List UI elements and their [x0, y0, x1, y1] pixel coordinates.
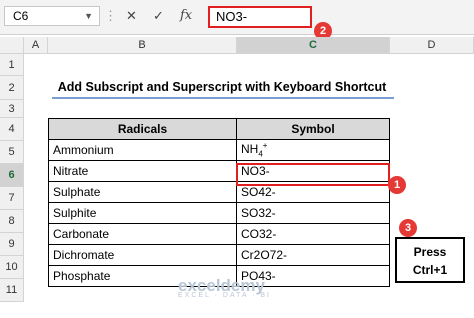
- symbol-cell[interactable]: Cr2O72-: [236, 244, 390, 266]
- row-header-8[interactable]: 8: [0, 210, 24, 233]
- formula-value: NO3-: [216, 9, 248, 24]
- row-header-6[interactable]: 6: [0, 164, 24, 187]
- radical-name-cell[interactable]: Dichromate: [48, 244, 237, 266]
- sheet-title: Add Subscript and Superscript with Keybo…: [57, 80, 387, 94]
- more-options-icon: ⋮: [104, 8, 117, 23]
- symbol-subscript: 4: [258, 149, 263, 159]
- shortcut-callout: Press Ctrl+1: [395, 237, 465, 283]
- radical-name-cell[interactable]: Sulphate: [48, 181, 237, 203]
- column-header-c[interactable]: C: [237, 37, 390, 54]
- name-box[interactable]: C6 ▼: [4, 6, 100, 26]
- radical-name-cell[interactable]: Nitrate: [48, 160, 237, 182]
- shortcut-callout-line1: Press: [413, 245, 447, 259]
- step-badge-1: 1: [388, 176, 406, 194]
- function-icon[interactable]: fx: [180, 8, 192, 24]
- row-header-3[interactable]: 3: [0, 100, 24, 118]
- radical-name-cell[interactable]: Sulphite: [48, 202, 237, 224]
- table-row: Sulphite SO32-: [48, 202, 390, 224]
- cancel-icon[interactable]: ✕: [126, 8, 137, 24]
- symbol-cell[interactable]: SO32-: [236, 202, 390, 224]
- symbol-base: NH: [241, 142, 259, 157]
- row-header-1[interactable]: 1: [0, 54, 24, 76]
- formula-bar: C6 ▼ ⋮ ✕ ✓ fx NO3- 2: [0, 0, 474, 40]
- row-header-11[interactable]: 11: [0, 279, 24, 302]
- table-row: Ammonium NH4+: [48, 139, 390, 161]
- watermark-tagline: EXCEL · DATA · BI: [178, 292, 271, 299]
- column-header-a[interactable]: A: [24, 37, 48, 54]
- chevron-down-icon[interactable]: ▼: [84, 7, 93, 25]
- active-cell-highlight: [236, 163, 390, 186]
- row-header-10[interactable]: 10: [0, 256, 24, 279]
- name-box-value: C6: [13, 9, 29, 23]
- table-row: Dichromate Cr2O72-: [48, 244, 390, 266]
- title-underline: [52, 97, 394, 99]
- header-radicals[interactable]: Radicals: [48, 118, 237, 140]
- shortcut-callout-line2: Ctrl+1: [412, 263, 448, 277]
- table-header-row: Radicals Symbol: [48, 118, 390, 140]
- table-row: Carbonate CO32-: [48, 223, 390, 245]
- radicals-table: Radicals Symbol Ammonium NH4+ Nitrate NO…: [48, 118, 390, 287]
- select-all-corner[interactable]: [0, 37, 24, 54]
- row-header-7[interactable]: 7: [0, 187, 24, 210]
- radical-name-cell[interactable]: Ammonium: [48, 139, 237, 161]
- symbol-superscript: +: [262, 141, 268, 151]
- column-header-b[interactable]: B: [48, 37, 237, 54]
- row-header-5[interactable]: 5: [0, 141, 24, 164]
- exceldemy-watermark: exceldemy EXCEL · DATA · BI: [178, 276, 271, 299]
- enter-icon[interactable]: ✓: [153, 8, 164, 24]
- symbol-cell[interactable]: NH4+: [236, 139, 390, 161]
- row-header-4[interactable]: 4: [0, 118, 24, 141]
- step-badge-3: 3: [399, 219, 417, 237]
- symbol-cell[interactable]: CO32-: [236, 223, 390, 245]
- row-header-2[interactable]: 2: [0, 76, 24, 100]
- row-header-9[interactable]: 9: [0, 233, 24, 256]
- radical-name-cell[interactable]: Carbonate: [48, 223, 237, 245]
- header-symbol[interactable]: Symbol: [236, 118, 390, 140]
- column-header-d[interactable]: D: [390, 37, 474, 54]
- formula-input[interactable]: NO3-: [208, 6, 312, 28]
